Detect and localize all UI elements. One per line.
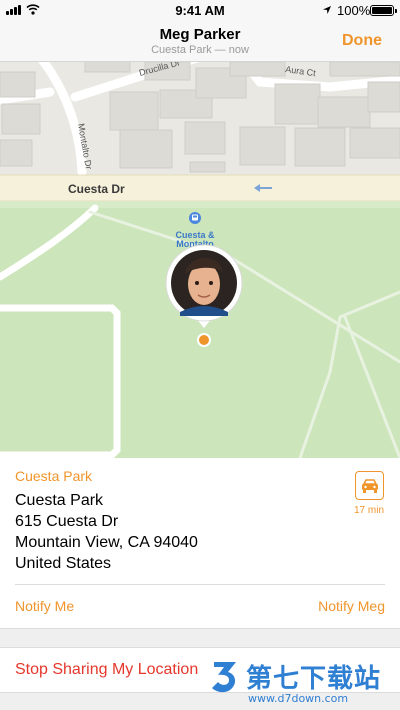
- address-line: 615 Cuesta Dr: [15, 513, 119, 530]
- place-name-header: Cuesta Park: [15, 468, 93, 484]
- status-bar: 9:41 AM 100%: [0, 0, 400, 20]
- done-button[interactable]: Done: [342, 32, 382, 50]
- location-dot-icon: [197, 333, 211, 347]
- drive-time-label: 17 min: [353, 505, 384, 516]
- navigation-bar: Meg Parker Cuesta Park — now Done: [0, 20, 400, 62]
- contact-name-title: Meg Parker: [159, 26, 241, 43]
- address-block[interactable]: Cuesta Park 615 Cuesta Dr Mountain View,…: [15, 490, 198, 574]
- location-arrow-icon: [323, 6, 331, 14]
- cuesta-dr-road: [0, 175, 400, 201]
- directions-car-button[interactable]: [355, 471, 384, 500]
- notify-me-button[interactable]: Notify Me: [15, 598, 74, 614]
- address-line: United States: [15, 555, 112, 572]
- watermark-logo-icon: [212, 662, 236, 693]
- watermark-title: 第七下载站: [246, 664, 382, 694]
- section-gap: [0, 628, 400, 648]
- street-label-cuesta: Cuesta Dr: [68, 182, 125, 196]
- divider: [15, 584, 385, 585]
- address-line: Mountain View, CA 94040: [15, 534, 198, 551]
- notify-contact-button[interactable]: Notify Meg: [318, 598, 385, 614]
- watermark-url: www.d7down.com: [248, 692, 349, 705]
- watermark: 第七下载站 www.d7down.com: [206, 656, 396, 708]
- map-canvas: Cuesta Dr Montalto Dr Drucilla Dr Aura C…: [0, 62, 400, 458]
- address-line: Cuesta Park: [15, 492, 104, 509]
- place-info-panel: Cuesta Park Cuesta Park 615 Cuesta Dr Mo…: [0, 458, 400, 628]
- location-subtitle: Cuesta Park — now: [151, 44, 249, 56]
- car-icon: [361, 478, 378, 493]
- battery-icon: [370, 5, 397, 16]
- battery-percentage: 100%: [337, 3, 371, 18]
- map-view[interactable]: Cuesta Dr Montalto Dr Drucilla Dr Aura C…: [0, 62, 400, 458]
- stop-sharing-button[interactable]: Stop Sharing My Location: [15, 661, 198, 679]
- bus-stop-icon: [189, 212, 201, 224]
